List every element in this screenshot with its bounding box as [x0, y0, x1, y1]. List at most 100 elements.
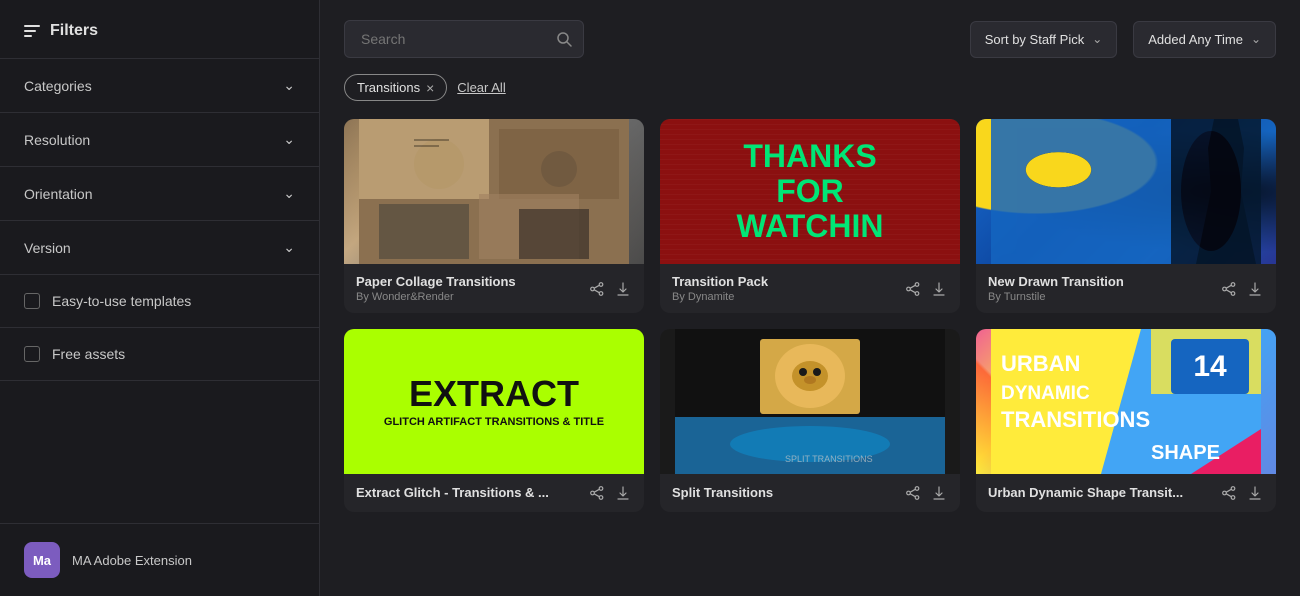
tag-label: Transitions: [357, 80, 420, 95]
card-thumbnail: EXTRACT GLITCH ARTIFACT TRANSITIONS & TI…: [344, 329, 644, 474]
card-title: Split Transitions: [672, 485, 904, 500]
easy-templates-section[interactable]: Easy-to-use templates: [0, 275, 319, 328]
card-meta: New Drawn Transition By Turnstile: [988, 274, 1220, 303]
svg-text:SPLIT TRANSITIONS: SPLIT TRANSITIONS: [785, 454, 873, 464]
categories-label: Categories: [24, 78, 92, 94]
card-info: Paper Collage Transitions By Wonder&Rend…: [344, 264, 644, 313]
free-assets-checkbox[interactable]: [24, 346, 40, 362]
svg-text:14: 14: [1193, 350, 1227, 383]
time-label: Added Any Time: [1148, 32, 1243, 47]
share-button[interactable]: [1220, 280, 1238, 298]
chevron-down-icon: ⌄: [283, 185, 295, 202]
thumb-text: EXTRACT: [409, 376, 579, 412]
card-info: New Drawn Transition By Turnstile: [976, 264, 1276, 313]
download-button[interactable]: [1246, 280, 1264, 298]
table-row[interactable]: New Drawn Transition By Turnstile: [976, 119, 1276, 313]
card-author: By Turnstile: [988, 291, 1220, 303]
table-row[interactable]: SPLIT TRANSITIONS Split Transitions: [660, 329, 960, 512]
card-actions: [588, 484, 632, 502]
filter-section-categories[interactable]: Categories ⌄: [0, 59, 319, 113]
resolution-label: Resolution: [24, 132, 90, 148]
filter-tags-row: Transitions × Clear All: [344, 74, 1276, 101]
card-info: Extract Glitch - Transitions & ...: [344, 474, 644, 512]
clear-all-button[interactable]: Clear All: [457, 80, 505, 95]
version-label: Version: [24, 240, 71, 256]
card-thumbnail: SPLIT TRANSITIONS: [660, 329, 960, 474]
card-meta: Paper Collage Transitions By Wonder&Rend…: [356, 274, 588, 303]
filter-icon[interactable]: [24, 25, 40, 37]
download-button[interactable]: [930, 280, 948, 298]
filter-section-orientation[interactable]: Orientation ⌄: [0, 167, 319, 221]
sort-label: Sort by Staff Pick: [985, 32, 1084, 47]
thumb-text: THANKSFORWATCHIN: [737, 139, 884, 245]
time-dropdown[interactable]: Added Any Time ⌄: [1133, 21, 1276, 58]
card-title: Urban Dynamic Shape Transit...: [988, 485, 1220, 500]
share-button[interactable]: [588, 280, 606, 298]
card-title: New Drawn Transition: [988, 274, 1220, 289]
ma-extension-footer[interactable]: Ma MA Adobe Extension: [0, 523, 319, 596]
thumb-content: EXTRACT GLITCH ARTIFACT TRANSITIONS & TI…: [384, 376, 604, 428]
card-title: Transition Pack: [672, 274, 904, 289]
chevron-down-icon: ⌄: [1092, 32, 1102, 46]
search-box: [344, 20, 584, 58]
filter-section-version[interactable]: Version ⌄: [0, 221, 319, 275]
search-input[interactable]: [344, 20, 584, 58]
svg-text:URBAN: URBAN: [1001, 351, 1080, 376]
card-meta: Split Transitions: [672, 485, 904, 502]
card-meta: Extract Glitch - Transitions & ...: [356, 485, 588, 502]
card-info: Split Transitions: [660, 474, 960, 512]
chevron-down-icon: ⌄: [1251, 32, 1261, 46]
card-title: Extract Glitch - Transitions & ...: [356, 485, 588, 500]
svg-text:DYNAMIC: DYNAMIC: [1001, 383, 1090, 404]
card-info: Transition Pack By Dynamite: [660, 264, 960, 313]
table-row[interactable]: EXTRACT GLITCH ARTIFACT TRANSITIONS & TI…: [344, 329, 644, 512]
card-thumbnail: URBAN DYNAMIC TRANSITIONS 14 SHAPE: [976, 329, 1276, 474]
sidebar-title: Filters: [50, 22, 98, 40]
card-title: Paper Collage Transitions: [356, 274, 588, 289]
download-button[interactable]: [614, 280, 632, 298]
share-button[interactable]: [588, 484, 606, 502]
free-assets-section[interactable]: Free assets: [0, 328, 319, 381]
download-button[interactable]: [930, 484, 948, 502]
chevron-down-icon: ⌄: [283, 239, 295, 256]
table-row[interactable]: Paper Collage Transitions By Wonder&Rend…: [344, 119, 644, 313]
chevron-down-icon: ⌄: [283, 77, 295, 94]
table-row[interactable]: THANKSFORWATCHIN Transition Pack By Dyna…: [660, 119, 960, 313]
card-meta: Urban Dynamic Shape Transit...: [988, 485, 1220, 502]
main-content: Sort by Staff Pick ⌄ Added Any Time ⌄ Tr…: [320, 0, 1300, 596]
top-bar: Sort by Staff Pick ⌄ Added Any Time ⌄: [344, 20, 1276, 58]
close-icon[interactable]: ×: [426, 81, 434, 95]
sort-dropdown[interactable]: Sort by Staff Pick ⌄: [970, 21, 1118, 58]
ma-extension-label: MA Adobe Extension: [72, 553, 192, 568]
card-author: By Wonder&Render: [356, 291, 588, 303]
card-thumbnail: [976, 119, 1276, 264]
filter-section-resolution[interactable]: Resolution ⌄: [0, 113, 319, 167]
share-button[interactable]: [904, 280, 922, 298]
card-actions: [1220, 280, 1264, 298]
card-thumbnail: THANKSFORWATCHIN: [660, 119, 960, 264]
free-assets-label: Free assets: [52, 346, 125, 362]
card-actions: [904, 484, 948, 502]
download-button[interactable]: [614, 484, 632, 502]
share-button[interactable]: [904, 484, 922, 502]
chevron-down-icon: ⌄: [283, 131, 295, 148]
sidebar-header: Filters: [0, 0, 319, 59]
svg-text:TRANSITIONS: TRANSITIONS: [1001, 407, 1150, 432]
easy-templates-checkbox[interactable]: [24, 293, 40, 309]
avatar: Ma: [24, 542, 60, 578]
card-actions: [1220, 484, 1264, 502]
table-row[interactable]: URBAN DYNAMIC TRANSITIONS 14 SHAPE Urban…: [976, 329, 1276, 512]
thumb-subtext: GLITCH ARTIFACT TRANSITIONS & TITLE: [384, 416, 604, 428]
download-button[interactable]: [1246, 484, 1264, 502]
transitions-tag[interactable]: Transitions ×: [344, 74, 447, 101]
svg-text:SHAPE: SHAPE: [1151, 442, 1220, 464]
orientation-label: Orientation: [24, 186, 92, 202]
card-thumbnail: [344, 119, 644, 264]
card-actions: [588, 280, 632, 298]
sidebar: Filters Categories ⌄ Resolution ⌄ Orient…: [0, 0, 320, 596]
card-author: By Dynamite: [672, 291, 904, 303]
card-meta: Transition Pack By Dynamite: [672, 274, 904, 303]
share-button[interactable]: [1220, 484, 1238, 502]
cards-grid: Paper Collage Transitions By Wonder&Rend…: [344, 119, 1276, 512]
card-actions: [904, 280, 948, 298]
